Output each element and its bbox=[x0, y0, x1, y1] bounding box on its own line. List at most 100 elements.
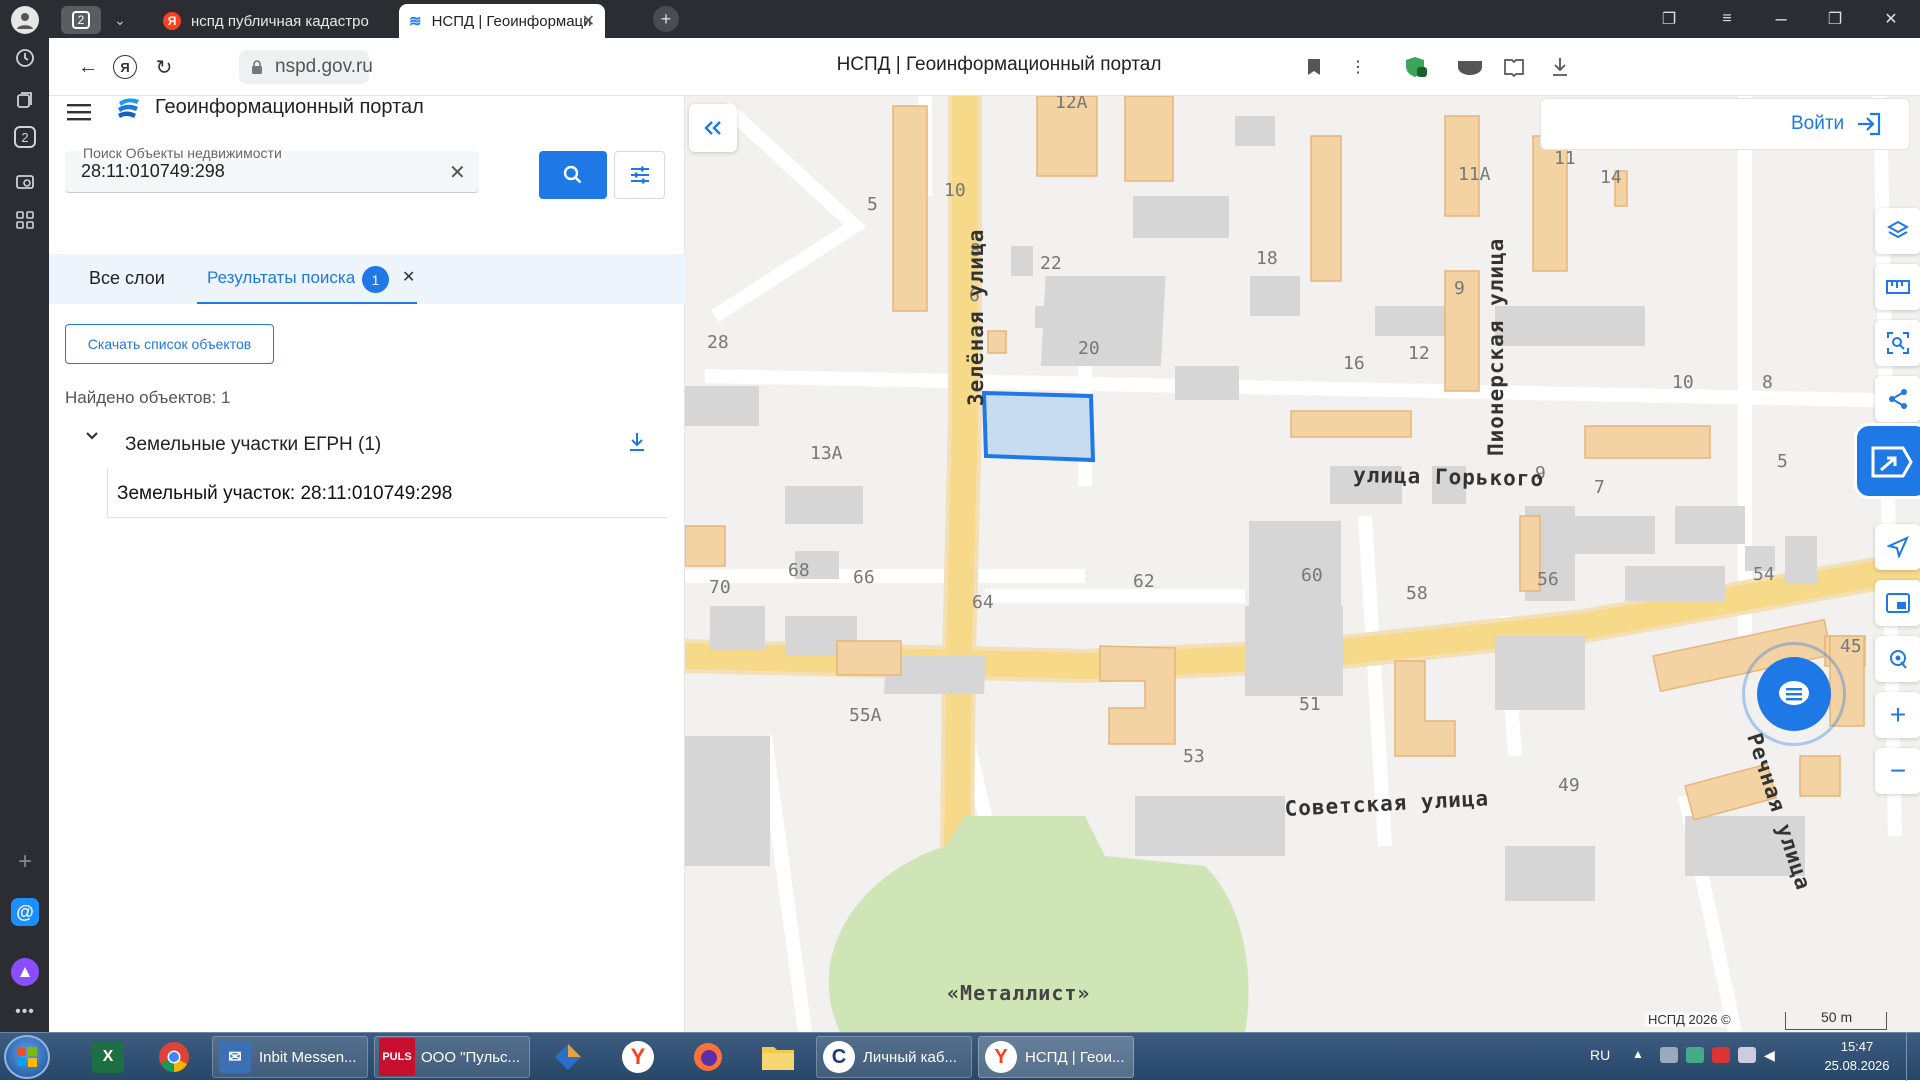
tab-search-results[interactable]: Результаты поиска 1 ✕ bbox=[197, 254, 417, 304]
apps-grid-icon[interactable] bbox=[11, 206, 39, 234]
selected-parcel[interactable] bbox=[981, 390, 1096, 463]
building-number: 16 bbox=[1343, 353, 1365, 374]
clock[interactable]: 15:47 25.08.2026 bbox=[1820, 1037, 1894, 1075]
tray-antivirus-icon[interactable] bbox=[1712, 1047, 1730, 1063]
zoom-in-button[interactable]: + bbox=[1875, 692, 1920, 738]
group-label[interactable]: Земельные участки ЕГРН (1) bbox=[125, 434, 381, 456]
profile-avatar[interactable] bbox=[11, 6, 39, 34]
street-label-pionerskaya: Пионерская улица bbox=[1484, 238, 1508, 456]
bookmarks-panel-icon[interactable]: ❐ bbox=[1649, 6, 1689, 32]
search-input[interactable]: Поиск Объекты недвижимости 28:11:010749:… bbox=[65, 146, 479, 193]
taskbar-yandex[interactable]: Y bbox=[610, 1036, 666, 1078]
building-number: 10 bbox=[944, 180, 966, 201]
alice-icon[interactable] bbox=[11, 958, 39, 986]
tab-counter-icon[interactable]: 2 bbox=[14, 126, 36, 148]
taskbar-inbit[interactable]: ✉ Inbit Messen... bbox=[212, 1036, 368, 1078]
street-label-gorkogo: улица Горького bbox=[1353, 463, 1544, 491]
building-number: 58 bbox=[1406, 583, 1428, 604]
map-view[interactable]: 12А 5 10 11А 11 14 8 22 18 6 9 28 20 16 12 10 8 13А 9 7 5 68 6… bbox=[685, 96, 1920, 1032]
minimap-button[interactable] bbox=[1875, 580, 1920, 626]
share-button[interactable] bbox=[1875, 376, 1920, 422]
bookmark-icon[interactable] bbox=[1299, 52, 1329, 82]
share-icon bbox=[1889, 389, 1907, 409]
back-icon[interactable]: ← bbox=[73, 52, 103, 82]
restore-icon[interactable]: ❐ bbox=[1815, 6, 1855, 32]
tab-group-count: 2 bbox=[72, 11, 90, 29]
close-results-icon[interactable]: ✕ bbox=[402, 267, 415, 287]
building-number: 70 bbox=[709, 577, 731, 598]
taskbar-cabinet[interactable]: C Личный каб... bbox=[816, 1036, 972, 1078]
download-icon[interactable] bbox=[1545, 52, 1575, 82]
url-field[interactable]: nspd.gov.ru bbox=[239, 50, 373, 84]
start-button[interactable] bbox=[4, 1035, 50, 1079]
building-number: 51 bbox=[1299, 694, 1321, 715]
tab-search[interactable]: Я нспд публичная кадастро bbox=[153, 4, 373, 38]
taskbar-firefox[interactable] bbox=[680, 1036, 736, 1078]
tab-group-button[interactable]: 2 bbox=[61, 6, 101, 34]
collections-icon[interactable] bbox=[11, 86, 39, 114]
building-number: 7 bbox=[1594, 477, 1605, 498]
volume-icon[interactable]: ◀ bbox=[1764, 1047, 1780, 1063]
reload-icon[interactable]: ↻ bbox=[149, 52, 179, 82]
tray-display-icon[interactable] bbox=[1738, 1047, 1756, 1063]
taskbar-app[interactable] bbox=[540, 1036, 596, 1078]
taskbar-nspd[interactable]: Y НСПД | Геои... bbox=[978, 1036, 1134, 1078]
tab-nspd[interactable]: ≋ НСПД | Геоинформаци ✕ bbox=[399, 4, 605, 38]
building-number: 45 bbox=[1840, 636, 1862, 657]
taskbar-excel[interactable]: X bbox=[80, 1036, 136, 1078]
new-tab-button[interactable]: + bbox=[653, 6, 679, 32]
close-tab-icon[interactable]: ✕ bbox=[582, 11, 595, 31]
tab-all-layers[interactable]: Все слои bbox=[89, 268, 165, 289]
chevron-down-icon[interactable]: ⌄ bbox=[105, 8, 135, 32]
filter-button[interactable] bbox=[614, 151, 665, 199]
building-number: 18 bbox=[1256, 248, 1278, 269]
chat-button[interactable] bbox=[1757, 657, 1831, 731]
locate-button[interactable] bbox=[1875, 524, 1920, 570]
chevron-down-icon[interactable] bbox=[85, 428, 99, 446]
extension-icon[interactable] bbox=[1455, 52, 1485, 82]
page-menu-icon[interactable]: ⋮ bbox=[1343, 52, 1373, 82]
tray-app-icon[interactable] bbox=[1686, 1047, 1704, 1063]
reader-icon[interactable] bbox=[1499, 52, 1529, 82]
portal-logo-icon bbox=[115, 96, 141, 125]
search-button[interactable] bbox=[539, 151, 607, 199]
tray-expand-icon[interactable]: ▲ bbox=[1632, 1047, 1644, 1061]
more-icon[interactable]: ••• bbox=[11, 998, 39, 1026]
excel-icon: X bbox=[92, 1041, 124, 1073]
protect-icon[interactable] bbox=[1401, 52, 1431, 82]
hamburger-menu-icon[interactable] bbox=[67, 92, 95, 121]
menu-icon[interactable]: ≡ bbox=[1707, 6, 1747, 32]
group-download-icon[interactable] bbox=[629, 432, 645, 457]
taskbar-puls[interactable]: PULS ООО "Пульс... bbox=[374, 1036, 530, 1078]
taskbar-chrome[interactable] bbox=[146, 1036, 202, 1078]
ruler-button[interactable] bbox=[1875, 264, 1920, 310]
map-canvas: 12А51011А1114822 186 928 2016 1210 813А97568 6… bbox=[685, 96, 1920, 1032]
feedback-widget[interactable] bbox=[1857, 426, 1920, 496]
cabinet-icon: C bbox=[823, 1041, 855, 1073]
result-row[interactable]: Земельный участок: 28:11:010749:298 bbox=[107, 468, 667, 518]
taskbar-explorer[interactable] bbox=[750, 1036, 806, 1078]
area-search-button[interactable] bbox=[1875, 320, 1920, 366]
download-list-button[interactable]: Скачать список объектов bbox=[65, 324, 274, 364]
tray-network-icon[interactable] bbox=[1660, 1047, 1678, 1063]
add-panel-icon[interactable]: + bbox=[11, 848, 39, 876]
yandex-home-icon[interactable]: Я bbox=[113, 55, 137, 79]
zoom-out-button[interactable]: − bbox=[1875, 748, 1920, 794]
geolocation-button[interactable] bbox=[1875, 636, 1920, 682]
taskbar: X ✉ Inbit Messen... PULS ООО "Пульс... Y… bbox=[0, 1032, 1920, 1081]
address-bar: ← Я ↻ nspd.gov.ru НСПД | Геоинформационн… bbox=[49, 38, 1920, 96]
building-number: 28 bbox=[707, 332, 729, 353]
login-button[interactable]: Войти bbox=[1540, 98, 1910, 150]
collapse-panel-button[interactable] bbox=[689, 104, 737, 152]
mail-icon[interactable]: @ bbox=[11, 898, 39, 926]
building-number: 8 bbox=[1762, 372, 1773, 393]
layers-button[interactable] bbox=[1875, 208, 1920, 254]
language-indicator[interactable]: RU bbox=[1590, 1047, 1610, 1063]
clear-search-icon[interactable]: ✕ bbox=[449, 160, 466, 185]
close-window-icon[interactable]: ✕ bbox=[1871, 6, 1911, 32]
yandex-browser-icon: Y bbox=[622, 1041, 654, 1073]
minimize-icon[interactable]: – bbox=[1761, 6, 1801, 32]
history-icon[interactable] bbox=[11, 44, 39, 72]
screenshot-icon[interactable] bbox=[11, 168, 39, 196]
show-desktop-button[interactable] bbox=[1906, 1033, 1920, 1081]
